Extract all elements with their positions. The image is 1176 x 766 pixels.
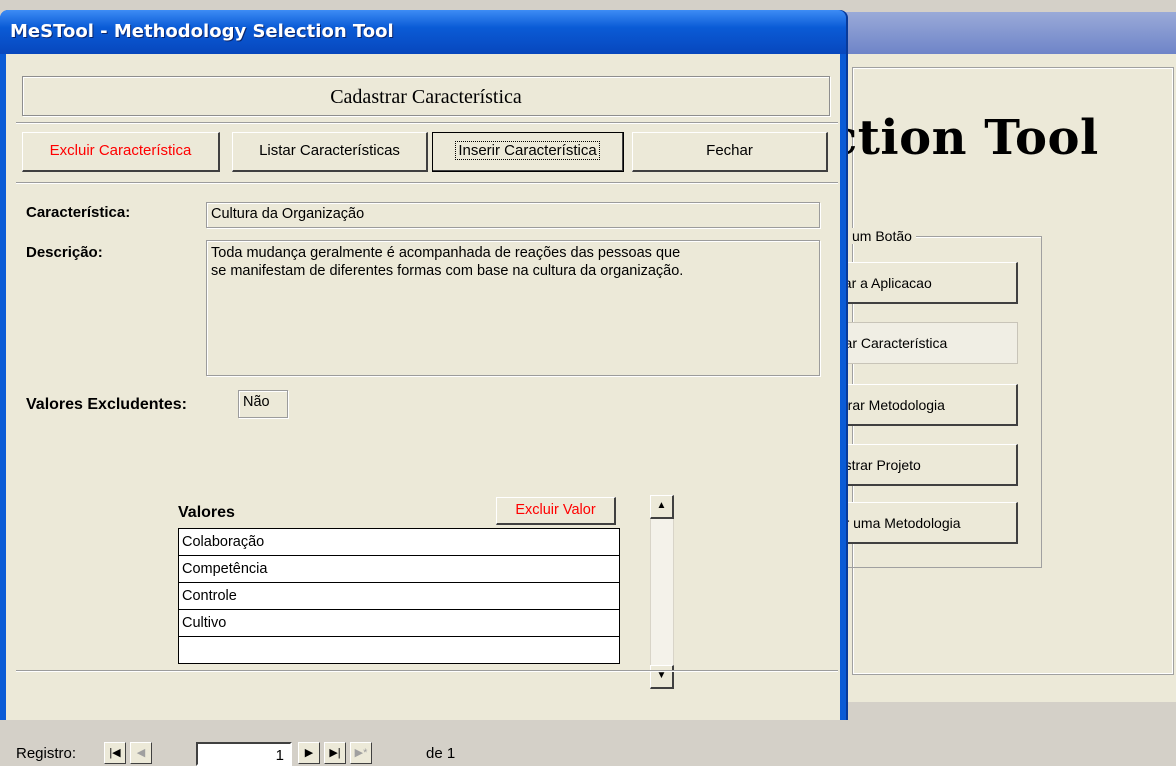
scroll-down-icon[interactable]: ▼ xyxy=(650,665,674,689)
register-methodology-button[interactable]: astrar Metodologia xyxy=(816,384,1018,426)
list-item[interactable]: Cultivo xyxy=(178,609,620,636)
close-form-label: Fechar xyxy=(706,142,753,159)
description-label: Descrição: xyxy=(26,244,103,261)
new-record-icon[interactable]: ▶* xyxy=(350,742,372,764)
delete-characteristic-label: Excluir Característica xyxy=(49,142,192,159)
insert-characteristic-button[interactable]: Inserir Característica xyxy=(432,132,624,172)
background-group-legend: um Botão xyxy=(848,228,916,244)
background-app-title: ction Tool xyxy=(828,110,1099,166)
list-item[interactable]: Controle xyxy=(178,582,620,609)
list-item[interactable]: Competência xyxy=(178,555,620,582)
characteristic-label: Característica: xyxy=(26,204,131,221)
form-client-area: Cadastrar Característica Excluir Caracte… xyxy=(6,54,840,766)
divider xyxy=(16,122,838,124)
close-form-button[interactable]: Fechar xyxy=(632,132,828,172)
exclusive-values-field[interactable]: Não xyxy=(238,390,288,418)
divider xyxy=(16,182,838,184)
first-record-icon[interactable]: |◀ xyxy=(104,742,126,764)
delete-characteristic-button[interactable]: Excluir Característica xyxy=(22,132,220,172)
scroll-track[interactable] xyxy=(650,519,674,665)
record-number-input[interactable]: 1 xyxy=(196,742,292,766)
values-scrollbar[interactable]: ▲ ▼ xyxy=(650,495,674,689)
exclusive-values-label: Valores Excludentes: xyxy=(26,396,187,413)
form-window: MeSTool - Methodology Selection Tool Cad… xyxy=(0,10,846,766)
description-field[interactable]: Toda mudança geralmente é acompanhada de… xyxy=(206,240,820,376)
record-label: Registro: xyxy=(16,745,77,762)
register-project-button[interactable]: dastrar Projeto xyxy=(816,444,1018,486)
select-methodology-button[interactable]: nar uma Metodologia xyxy=(816,502,1018,544)
background-titlebar xyxy=(801,12,1176,54)
values-list-header: Valores xyxy=(178,504,235,521)
list-characteristics-button[interactable]: Listar Características xyxy=(232,132,428,172)
window-titlebar[interactable]: MeSTool - Methodology Selection Tool xyxy=(0,10,846,54)
last-record-icon[interactable]: ▶| xyxy=(324,742,346,764)
characteristic-field[interactable]: Cultura da Organização xyxy=(206,202,820,228)
register-characteristic-button[interactable]: strar Característica xyxy=(816,322,1018,364)
prev-record-icon[interactable]: ◀ xyxy=(130,742,152,764)
list-item[interactable]: Colaboração xyxy=(178,528,620,555)
window-title: MeSTool - Methodology Selection Tool xyxy=(10,21,394,42)
record-total: de 1 xyxy=(426,745,456,762)
list-characteristics-label: Listar Características xyxy=(259,142,400,159)
scroll-up-icon[interactable]: ▲ xyxy=(650,495,674,519)
next-record-icon[interactable]: ▶ xyxy=(298,742,320,764)
delete-value-button[interactable]: Excluir Valor xyxy=(496,497,616,525)
list-item[interactable] xyxy=(178,636,620,664)
form-header: Cadastrar Característica xyxy=(22,76,830,116)
divider xyxy=(16,670,838,672)
values-list: Colaboração Competência Controle Cultivo xyxy=(178,528,620,664)
insert-characteristic-label: Inserir Característica xyxy=(455,141,600,160)
close-app-button[interactable]: char a Aplicacao xyxy=(816,262,1018,304)
